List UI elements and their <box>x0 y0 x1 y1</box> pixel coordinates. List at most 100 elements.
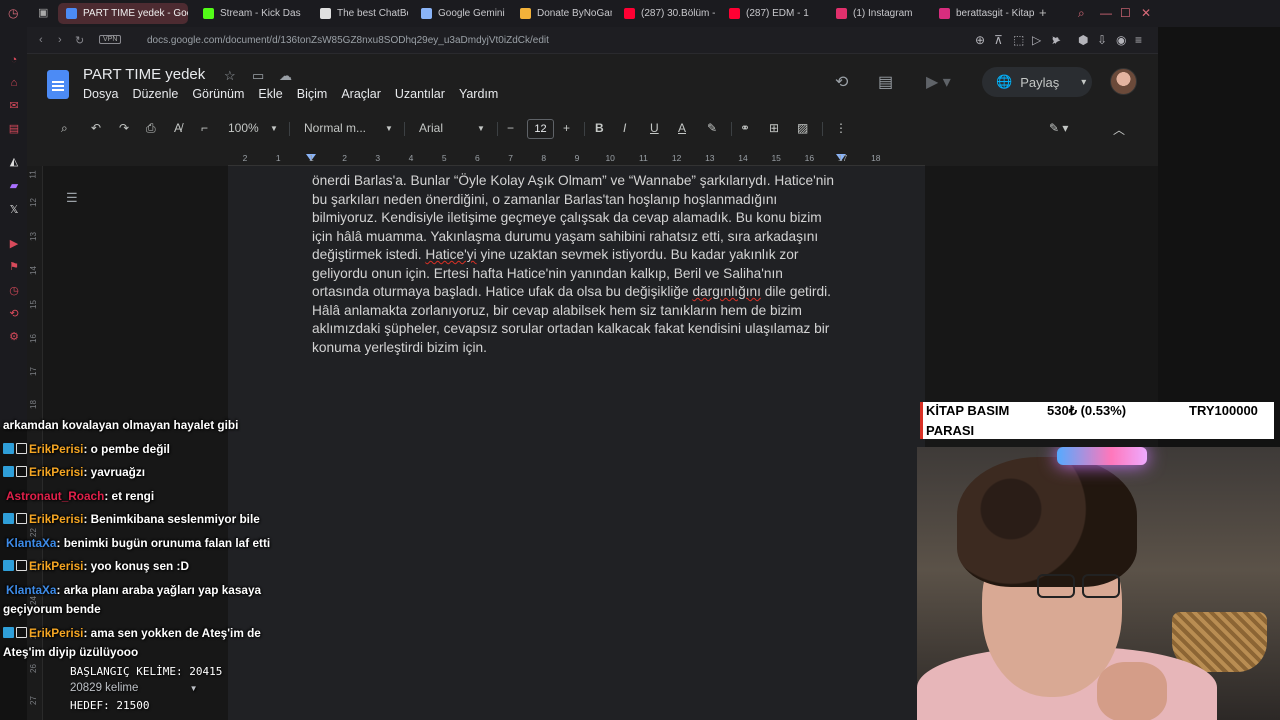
avatar[interactable] <box>1110 68 1137 95</box>
tab-favicon-icon <box>66 8 77 19</box>
webcam-hand <box>1097 662 1167 720</box>
chat-username[interactable]: ErikPerisi <box>29 626 83 640</box>
highlight-icon[interactable]: ✎ <box>707 121 717 135</box>
word-count[interactable]: 20829 kelime ▼ <box>70 682 270 699</box>
vpn-badge[interactable]: VPN <box>99 35 122 44</box>
font-size-input[interactable]: 12 <box>527 119 554 139</box>
insert-image-icon[interactable]: ▨ <box>797 121 808 135</box>
document-body[interactable]: önerdi Barlas'a. Bunlar “Öyle Kolay Aşık… <box>312 172 842 357</box>
star-icon[interactable]: ☆ <box>224 68 236 84</box>
reload-icon[interactable]: ↻ <box>75 34 84 47</box>
player-icon[interactable]: ▶ <box>7 237 21 251</box>
undo-icon[interactable]: ↶ <box>91 121 101 135</box>
search-tabs-icon[interactable]: ⌕ <box>1078 6 1085 21</box>
decrease-font-size-icon[interactable]: − <box>507 121 514 135</box>
chat-username[interactable]: KlantaXa <box>6 536 56 550</box>
browser-tab[interactable]: Donate ByNoGam <box>512 3 612 24</box>
browser-tab[interactable]: berattasgit - Kitap <box>931 3 1035 24</box>
collapse-menu-icon[interactable]: ︿ <box>1113 121 1125 138</box>
add-comment-icon[interactable]: ⊞ <box>769 121 779 135</box>
browser-tab[interactable]: (287) 30.Bölüm - <box>616 3 716 24</box>
link-icon[interactable]: ⚭ <box>740 121 750 135</box>
menu-item[interactable]: Dosya <box>83 87 118 101</box>
docs-logo-icon[interactable] <box>47 70 69 99</box>
browser-tab[interactable]: PART TIME yedek - Goog <box>58 3 188 24</box>
text-color-icon[interactable]: A <box>678 121 686 135</box>
minimize-icon[interactable]: — <box>1100 6 1112 20</box>
document-page[interactable]: önerdi Barlas'a. Bunlar “Öyle Kolay Aşık… <box>228 166 925 720</box>
misspelled-word[interactable]: dargınlığını <box>692 284 760 299</box>
browser-tab[interactable]: (1) Instagram <box>828 3 924 24</box>
chat-username[interactable]: ErikPerisi <box>29 442 83 456</box>
share-button[interactable]: 🌐 Paylaş ▾ <box>982 67 1092 97</box>
heart-icon[interactable]: ♥ <box>1052 33 1059 47</box>
increase-font-size-icon[interactable]: + <box>563 121 570 135</box>
chat-username[interactable]: Astronaut_Roach <box>6 489 104 503</box>
menu-item[interactable]: Görünüm <box>192 87 244 101</box>
menu-item[interactable]: Yardım <box>459 87 498 101</box>
chat-username[interactable]: ErikPerisi <box>29 465 83 479</box>
browser-tab[interactable]: The best ChatBot <box>312 3 408 24</box>
style-select[interactable]: Normal m... <box>304 121 366 135</box>
pin-page-icon[interactable]: ⊼ <box>994 33 1003 47</box>
comments-icon[interactable]: ▤ <box>878 72 893 92</box>
settings-icon[interactable]: ⚙ <box>7 330 21 344</box>
paint-format-icon[interactable]: ⌐ <box>201 121 208 135</box>
player-icon[interactable]: ▷ <box>1032 33 1041 47</box>
back-icon[interactable]: ‹ <box>39 34 43 46</box>
underline-icon[interactable]: U <box>650 121 659 135</box>
menu-item[interactable]: Düzenle <box>132 87 178 101</box>
clock-icon[interactable]: ◷ <box>7 284 21 298</box>
browser-tab[interactable]: (287) EDM - 1 <box>721 3 821 24</box>
print-icon[interactable]: ⎙ <box>146 121 156 136</box>
menu-item[interactable]: Ekle <box>258 87 282 101</box>
misspelled-word[interactable]: Hatice'yi <box>425 247 476 262</box>
x-icon[interactable]: 𝕏 <box>7 203 21 217</box>
zoom-icon[interactable]: ⊕ <box>975 33 985 47</box>
profile-icon[interactable]: ◉ <box>1116 33 1126 47</box>
meet-icon[interactable]: ▶ ▾ <box>926 72 951 92</box>
download-icon[interactable]: ⇩ <box>1097 33 1107 47</box>
browser-tab[interactable]: Google Gemini <box>413 3 507 24</box>
close-window-icon[interactable]: ✕ <box>1141 6 1151 20</box>
bold-icon[interactable]: B <box>595 121 604 135</box>
new-tab-icon[interactable]: + <box>1039 5 1047 20</box>
url-input[interactable]: docs.google.com/document/d/136tonZsW85GZ… <box>147 35 549 46</box>
messenger-icon[interactable]: ✉ <box>7 99 21 113</box>
menu-item[interactable]: Araçlar <box>341 87 381 101</box>
mail-icon[interactable]: ▤ <box>7 122 21 136</box>
bag-icon[interactable]: ⌂ <box>7 77 21 91</box>
browser-tab[interactable]: Stream - Kick Das <box>195 3 305 24</box>
menu-item[interactable]: Uzantılar <box>395 87 445 101</box>
document-title[interactable]: PART TIME yedek <box>83 66 205 83</box>
pin-icon[interactable]: ⚑ <box>7 260 21 274</box>
browser-menu-icon[interactable]: ◷ <box>8 6 18 20</box>
spellcheck-icon[interactable]: A̸ <box>174 121 182 135</box>
chat-username[interactable]: KlantaXa <box>6 583 56 597</box>
history-icon[interactable]: ⟲ <box>7 307 21 321</box>
italic-icon[interactable]: I <box>623 121 626 135</box>
tab-overview-icon[interactable]: ▣ <box>38 6 48 19</box>
twitch-icon[interactable]: ▰ <box>7 179 21 193</box>
version-history-icon[interactable]: ⟲ <box>835 72 848 92</box>
redo-icon[interactable]: ↷ <box>119 121 129 135</box>
move-folder-icon[interactable]: ▭ <box>252 68 264 84</box>
more-options-icon[interactable]: ⋮ <box>835 121 847 135</box>
speed-dial-icon[interactable]: ◔ <box>7 54 21 68</box>
document-outline-icon[interactable]: ☰ <box>66 190 78 206</box>
font-select[interactable]: Arial <box>419 121 443 135</box>
aria-icon[interactable]: ◭ <box>7 155 21 169</box>
chat-username[interactable]: ErikPerisi <box>29 559 83 573</box>
snapshot-icon[interactable]: ⬚ <box>1013 33 1024 47</box>
maximize-icon[interactable]: ☐ <box>1120 6 1131 20</box>
search-menus-icon[interactable]: ⌕ <box>61 121 68 136</box>
menu-icon[interactable]: ≡ <box>1135 33 1142 47</box>
editing-mode-icon[interactable]: ✎ ▾ <box>1049 121 1068 135</box>
zoom-select[interactable]: 100% <box>228 121 259 135</box>
cloud-status-icon[interactable]: ☁ <box>279 68 292 84</box>
menu-item[interactable]: Biçim <box>297 87 328 101</box>
forward-icon[interactable]: › <box>58 34 62 46</box>
extensions-icon[interactable]: ⬢ <box>1078 33 1088 47</box>
chat-username[interactable]: ErikPerisi <box>29 512 83 526</box>
goal-label-second-line: PARASI <box>926 423 975 438</box>
